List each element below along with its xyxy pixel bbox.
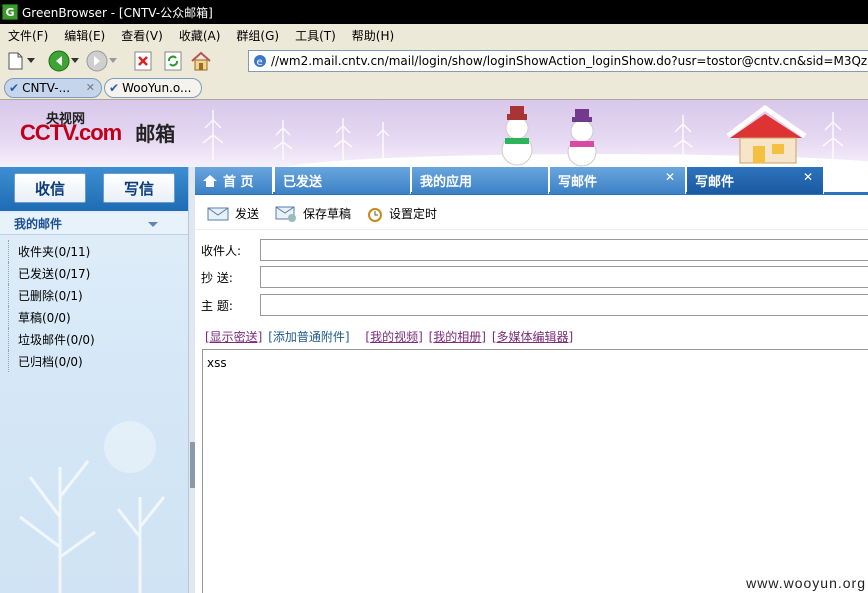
my-mail-header[interactable]: 我的邮件 <box>0 213 188 235</box>
to-row: 收件人: <box>195 237 868 263</box>
tab-home[interactable]: 首 页 <box>195 167 273 194</box>
tab-compose-label: 写邮件 <box>695 175 735 190</box>
stop-icon[interactable] <box>132 50 154 72</box>
folder-archived[interactable]: 已归档(0/0) <box>8 350 83 372</box>
show-bcc-link[interactable]: [显示密送] <box>205 330 262 344</box>
mail-body-text[interactable]: xss <box>207 356 227 370</box>
folder-inbox[interactable]: 收件夹(0/11) <box>8 240 90 262</box>
close-icon[interactable]: ✕ <box>665 170 675 184</box>
folder-deleted[interactable]: 已删除(0/1) <box>8 284 83 306</box>
browser-tab-label: WooYun.o... <box>122 81 192 95</box>
watermark: www.wooyun.org <box>746 575 866 591</box>
menu-help[interactable]: 帮助(H) <box>344 27 402 44</box>
to-field[interactable] <box>260 239 868 261</box>
browser-tab-cntv[interactable]: ✔ CNTV-... ✕ <box>4 78 102 98</box>
folder-sent[interactable]: 已发送(0/17) <box>8 262 90 284</box>
cc-field[interactable] <box>260 266 868 288</box>
menu-file[interactable]: 文件(F) <box>0 27 56 44</box>
app-logo-icon: G <box>2 4 18 20</box>
multimedia-editor-link[interactable]: [多媒体编辑器] <box>492 330 573 344</box>
browser-toolbar: e //wm2.mail.cntv.cn/mail/login/show/log… <box>0 46 868 76</box>
send-label: 发送 <box>235 207 260 221</box>
title-bar: G GreenBrowser - [CNTV-公众邮箱] <box>0 0 868 24</box>
add-attachment-link[interactable]: [添加普通附件] <box>268 330 349 344</box>
close-tab-icon[interactable]: ✕ <box>86 81 95 94</box>
subject-row: 主 题: <box>195 292 868 318</box>
save-draft-icon <box>275 206 297 222</box>
tab-check-icon: ✔ <box>109 81 120 95</box>
cc-label: 抄 送: <box>201 270 233 285</box>
tab-compose-label: 写邮件 <box>558 175 598 190</box>
browser-tab-bar: ✔ CNTV-... ✕ ✔ WooYun.o... <box>0 76 868 100</box>
mail-tab-row: 首 页 已发送 我的应用 写邮件 ✕ 写邮件 ✕ <box>195 167 868 195</box>
home-icon <box>203 174 217 187</box>
send-button[interactable]: 发送 <box>207 205 259 222</box>
splitter-grip[interactable] <box>190 442 195 488</box>
address-text[interactable]: //wm2.mail.cntv.cn/mail/login/show/login… <box>271 54 868 68</box>
sidebar-tree-decoration <box>19 421 166 593</box>
send-mail-icon <box>207 207 229 220</box>
schedule-button[interactable]: 设置定时 <box>367 205 437 222</box>
clock-icon <box>368 207 383 222</box>
compose-action-bar: 发送 保存草稿 设置定时 <box>195 198 868 230</box>
compose-button[interactable]: 写信 <box>103 173 175 203</box>
mail-banner: 央视网 CCTV.com 邮箱 <box>0 100 868 167</box>
save-draft-button[interactable]: 保存草稿 <box>275 205 351 222</box>
mail-body-editor[interactable]: xss <box>202 349 868 593</box>
menu-favorites[interactable]: 收藏(A) <box>171 27 229 44</box>
my-album-link[interactable]: [我的相册] <box>429 330 486 344</box>
my-mail-label: 我的邮件 <box>14 217 63 231</box>
new-page-menu-icon[interactable] <box>26 50 36 72</box>
browser-tab-wooyun[interactable]: ✔ WooYun.o... <box>104 78 202 98</box>
chevron-down-icon[interactable] <box>148 222 158 227</box>
tab-compose-2[interactable]: 写邮件 ✕ <box>687 167 824 194</box>
back-menu-icon[interactable] <box>70 50 80 72</box>
menu-tools[interactable]: 工具(T) <box>287 27 344 44</box>
save-draft-label: 保存草稿 <box>303 207 352 221</box>
subject-label: 主 题: <box>201 298 233 313</box>
my-video-link[interactable]: [我的视频] <box>365 330 422 344</box>
logo-cn-text: 央视网 <box>46 112 86 127</box>
address-bar[interactable]: e //wm2.mail.cntv.cn/mail/login/show/log… <box>248 50 868 72</box>
close-icon[interactable]: ✕ <box>803 170 813 184</box>
menu-view[interactable]: 查看(V) <box>113 27 171 44</box>
cctv-mail-logo[interactable]: 央视网 CCTV.com 邮箱 <box>20 112 176 147</box>
new-page-icon[interactable] <box>4 50 26 72</box>
cc-row: 抄 送: <box>195 264 868 290</box>
compose-links: [显示密送] [添加普通附件] [我的视频] [我的相册] [多媒体编辑器] <box>205 328 575 345</box>
tab-my-apps[interactable]: 我的应用 <box>412 167 549 194</box>
menu-groups[interactable]: 群组(G) <box>228 27 287 44</box>
back-icon[interactable] <box>48 50 70 72</box>
tab-sent[interactable]: 已发送 <box>275 167 411 194</box>
tab-compose-1[interactable]: 写邮件 ✕ <box>550 167 686 194</box>
window-title: GreenBrowser - [CNTV-公众邮箱] <box>22 5 213 20</box>
sidebar-header: 收信 写信 <box>0 167 190 211</box>
forward-icon[interactable] <box>86 50 108 72</box>
svg-text:e: e <box>257 57 263 68</box>
browser-tab-label: CNTV-... <box>22 81 71 95</box>
tab-check-icon: ✔ <box>9 81 20 95</box>
sidebar: 收信 写信 我的邮件 收件夹(0/11) 已发送(0/17) 已删除(0/1) … <box>0 167 190 593</box>
to-label: 收件人: <box>201 243 242 258</box>
home-icon[interactable] <box>190 50 212 72</box>
folder-spam[interactable]: 垃圾邮件(0/0) <box>8 328 95 350</box>
menu-bar: 文件(F) 编辑(E) 查看(V) 收藏(A) 群组(G) 工具(T) 帮助(H… <box>0 24 868 46</box>
tab-my-apps-label: 我的应用 <box>420 175 473 190</box>
logo-product-text: 邮箱 <box>135 122 176 146</box>
tab-sent-label: 已发送 <box>283 175 323 190</box>
forward-menu-icon[interactable] <box>108 50 118 72</box>
menu-edit[interactable]: 编辑(E) <box>56 27 113 44</box>
schedule-label: 设置定时 <box>389 207 438 221</box>
refresh-icon[interactable] <box>162 50 184 72</box>
folder-drafts[interactable]: 草稿(0/0) <box>8 306 71 328</box>
sidebar-splitter[interactable] <box>188 167 195 593</box>
page-ie-icon: e <box>253 54 267 71</box>
inbox-button[interactable]: 收信 <box>14 173 86 203</box>
tab-home-label: 首 页 <box>223 175 254 190</box>
subject-field[interactable] <box>260 294 868 316</box>
